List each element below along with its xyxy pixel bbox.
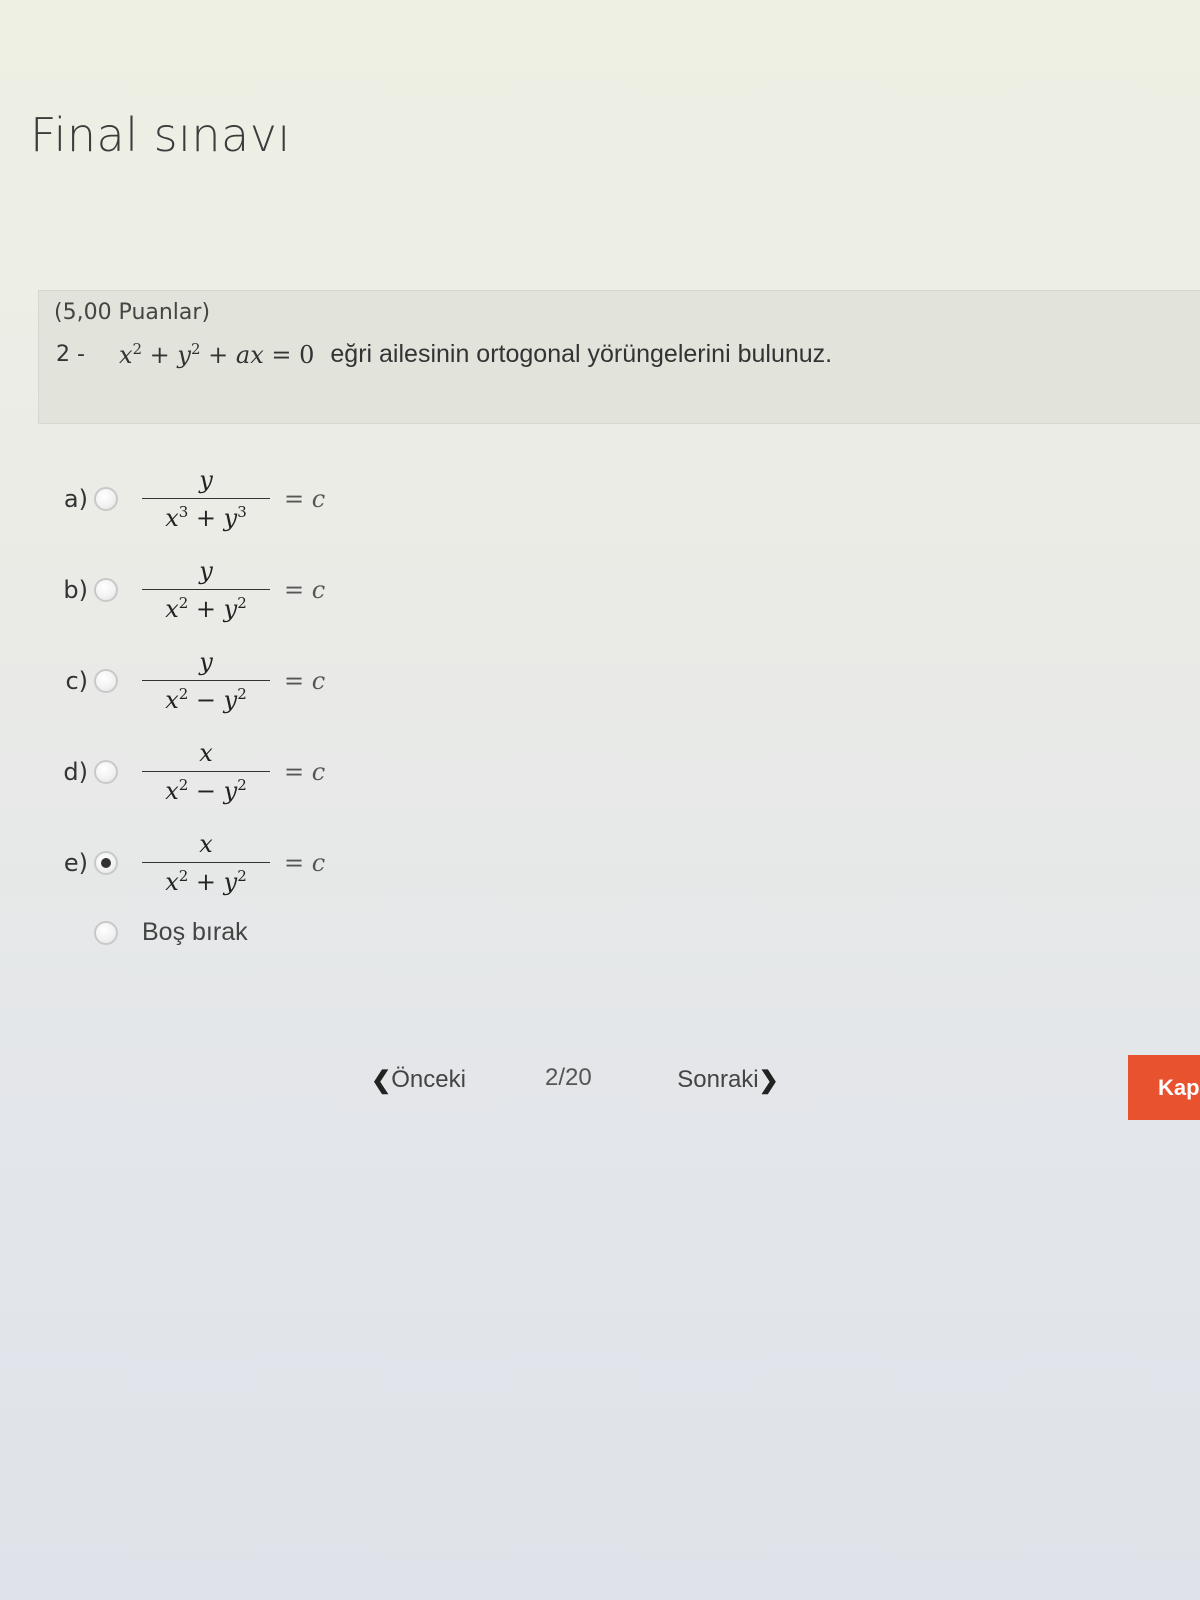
numerator: x [199,829,213,858]
skip-option[interactable]: Boş bırak [94,918,248,947]
option-label: d) [63,758,88,786]
option-a[interactable]: a) y x3 + y3 = c [40,456,325,542]
page-indicator: 2/20 [545,1064,592,1091]
option-d-rhs: = c [284,758,326,786]
option-c-radio[interactable] [94,669,118,693]
option-d-radio[interactable] [94,760,118,784]
option-b-rhs: = c [284,576,326,604]
numerator: y [199,465,213,494]
option-e-radio[interactable] [94,851,118,875]
chevron-left-icon: ❮ [371,1066,392,1094]
option-label: e) [63,849,88,877]
option-c[interactable]: c) y x2 − y2 = c [40,638,325,724]
chevron-right-icon: ❯ [758,1066,779,1094]
option-c-rhs: = c [284,667,326,695]
question-points: (5,00 Puanlar) [54,300,211,325]
question-text: eğri ailesinin ortogonal yörüngelerini b… [330,340,833,368]
option-label: b) [63,576,88,604]
option-label: a) [63,485,88,513]
option-b-radio[interactable] [94,578,118,602]
denominator: x2 + y2 [165,867,247,897]
next-button[interactable]: Sonraki ❯ [643,1048,813,1112]
option-a-radio[interactable] [94,487,118,511]
option-a-fraction: y x3 + y3 [142,465,270,533]
exam-page: Final sınavı (5,00 Puanlar) 2 - x2 + y2 … [0,0,1200,1600]
question-number: 2 - [56,342,85,367]
option-label: c) [65,667,88,695]
skip-radio[interactable] [94,920,118,945]
option-e-rhs: = c [284,849,326,877]
numerator: x [199,738,213,767]
skip-label: Boş bırak [142,918,248,946]
option-b[interactable]: b) y x2 + y2 = c [40,547,325,633]
option-e[interactable]: e) x x2 + y2 = c [40,820,325,906]
option-b-fraction: y x2 + y2 [142,556,270,624]
question-row: 2 - x2 + y2 + ax = 0 eğri ailesinin orto… [56,340,832,369]
option-a-rhs: = c [284,485,326,513]
numerator: y [199,647,213,676]
denominator: x2 − y2 [165,685,247,715]
next-label: Sonraki [677,1066,759,1093]
numerator: y [199,556,213,585]
option-d[interactable]: d) x x2 − y2 = c [40,729,325,815]
denominator: x3 + y3 [165,503,247,533]
option-e-fraction: x x2 + y2 [142,829,270,897]
denominator: x2 − y2 [165,776,247,806]
option-d-fraction: x x2 − y2 [142,738,270,806]
finish-button[interactable]: Kap [1128,1055,1200,1120]
denominator: x2 + y2 [165,594,247,624]
previous-button[interactable]: ❮ Önceki [341,1048,496,1112]
previous-label: Önceki [391,1066,466,1093]
page-title: Final sınavı [30,108,291,162]
option-c-fraction: y x2 − y2 [142,647,270,715]
question-equation: x2 + y2 + ax = 0 [118,340,315,369]
